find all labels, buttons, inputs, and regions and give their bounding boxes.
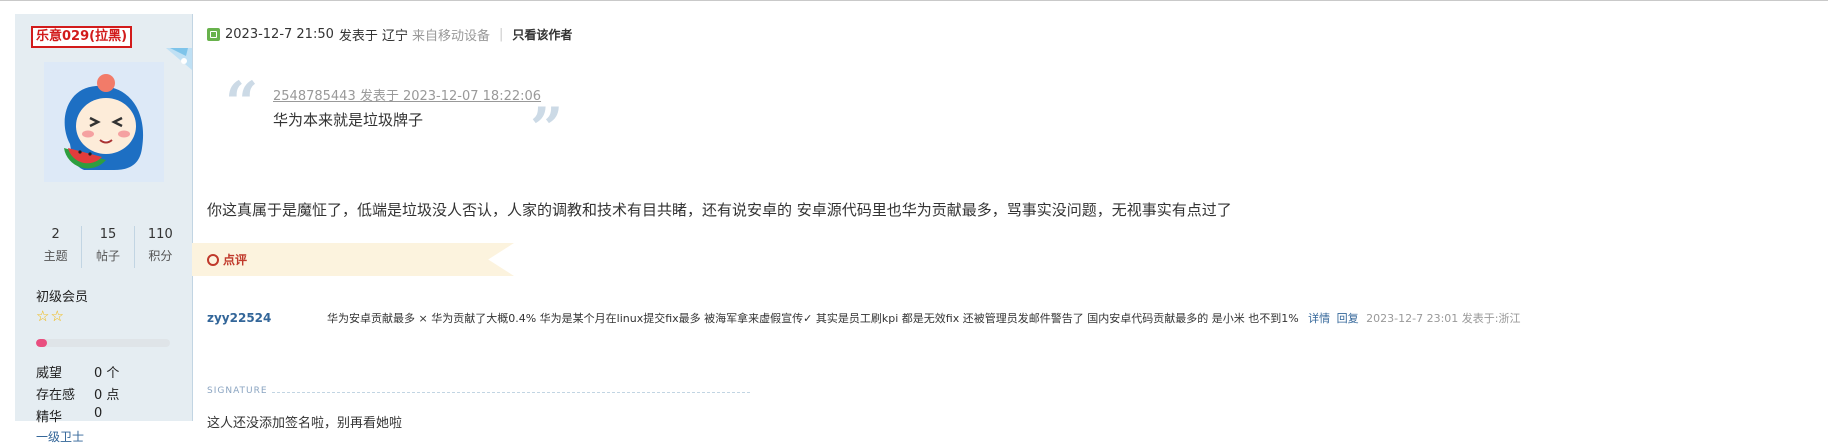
author-sidebar: 乐意029(拉黑) 2 主题 15 帖子 110 积分 初级会员 ☆☆ 威望 0… [15,14,193,444]
signature-divider [272,392,750,393]
post-meta: 2023-12-7 21:50 发表于 辽宁 来自移动设备 | 只看该作者 [207,25,572,44]
stat-points-value: 110 [147,227,173,242]
signature-label: SIGNATURE [207,386,268,396]
review-row: 华为安卓贡献最多 × 华为贡献了大概0.4% 华为是某个月在linux提交fix… [327,310,1520,326]
post-datetime: 2023-12-7 21:50 [225,27,334,42]
quote-close-icon: ” [530,95,564,163]
stat-points[interactable]: 110 积分 [135,226,186,268]
stat-topics[interactable]: 2 主题 [30,226,83,268]
stat-posts-value: 15 [99,227,117,242]
post-device: 来自移动设备 [412,29,491,44]
avatar[interactable] [44,62,164,182]
rating-circle-icon [207,254,219,266]
quote-open-icon: “ [225,69,259,137]
attr-essence-value: 0 [94,406,103,421]
level-progress-fill [36,339,47,347]
attr-presence-key: 存在感 [36,388,76,403]
top-divider [0,0,1828,1]
quote-text: 华为本来就是垃圾牌子 [273,111,424,129]
post-location: 发表于 辽宁 [338,29,409,44]
rating-label: 点评 [223,253,248,267]
quote-source-link[interactable]: 2548785443 发表于 2023-12-07 18:22:06 [273,85,541,104]
review-detail-link[interactable]: 详情 [1308,312,1330,325]
attr-prestige-value: 0 个 [94,366,120,381]
corner-flag-icon [166,48,192,70]
stat-topics-label: 主题 [43,249,68,263]
user-medal-link[interactable]: 一级卫士 [36,428,84,445]
review-text: 华为安卓贡献最多 × 华为贡献了大概0.4% 华为是某个月在linux提交fix… [327,312,1299,325]
attr-prestige-key: 威望 [36,366,63,381]
author-name[interactable]: 乐意029(拉黑) [31,26,133,48]
review-date: 2023-12-7 23:01 发表于:浙江 [1366,312,1521,325]
star-icon: ☆☆ [36,307,65,325]
attr-prestige: 威望 0 个 [36,362,119,381]
post-time-icon [207,28,220,41]
review-reply-link[interactable]: 回复 [1337,312,1359,325]
stat-posts-label: 帖子 [95,249,120,263]
stat-points-label: 积分 [148,249,173,263]
level-progress-bar [36,339,170,347]
user-level[interactable]: 初级会员 [36,286,88,305]
stat-posts[interactable]: 15 帖子 [82,226,135,268]
review-user-link[interactable]: zyy22524 [207,311,271,325]
attr-essence-key: 精华 [36,410,63,425]
attr-essence: 精华 0 [36,406,102,425]
post-body: 你这真属于是魔怔了，低端是垃圾没人否认，人家的调教和技术有目共睹，还有说安卓的 … [207,201,1232,219]
only-author-link[interactable]: 只看该作者 [512,26,572,43]
attr-presence: 存在感 0 点 [36,384,119,403]
user-stats: 2 主题 15 帖子 110 积分 [30,226,186,268]
meta-separator: | [499,27,504,42]
signature-text: 这人还没添加签名啦，别再看她啦 [207,416,403,431]
stat-topics-value: 2 [51,227,60,242]
attr-presence-value: 0 点 [94,388,120,403]
